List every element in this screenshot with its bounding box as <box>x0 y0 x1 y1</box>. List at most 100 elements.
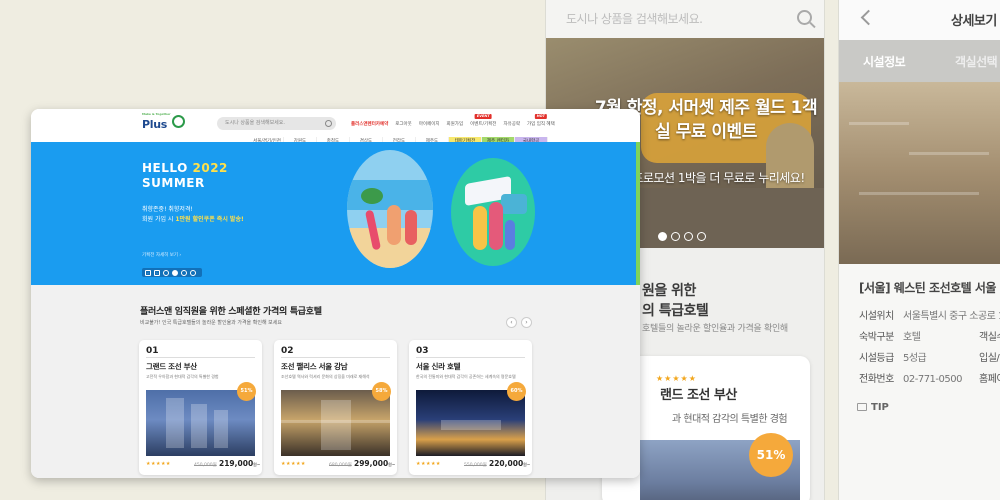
mobile-section-desc: 호텔들의 놀라운 할인율과 가격을 확인해 <box>642 324 788 334</box>
card-hotel-name: 그랜드 조선 부산 <box>146 362 197 371</box>
mobile-search-bar[interactable]: 도시나 상품을 검색해보세요. <box>546 0 824 38</box>
search-input[interactable]: 도시나 상품을 검색해보세요. <box>217 117 336 130</box>
card-desc: 과 현대적 감각의 특별한 경험 <box>672 414 788 425</box>
hero-slider-controls: ‹ › <box>142 268 202 277</box>
original-price: 450,000원 <box>194 463 217 468</box>
pagination-dot[interactable] <box>658 232 667 241</box>
logo-tagline: Make & Together <box>142 112 171 116</box>
search-placeholder: 도시나 상품을 검색해보세요. <box>225 120 285 126</box>
rating-stars: ★★★★★ <box>146 461 171 467</box>
hotel-photo <box>146 390 255 456</box>
hotel-name: [서울] 웨스틴 조선호텔 서울 <box>859 281 996 295</box>
card-hotel-desc: 한국의 전통미와 현대적 감각이 공존하는 세계속의 명문호텔 <box>416 374 516 379</box>
nav-benefit[interactable]: HOT 가입 임직 혜택 <box>527 114 555 127</box>
info-value: 호텔 <box>903 332 921 343</box>
info-row: 숙박구분 호텔 객실수 <box>859 328 1000 349</box>
discount-badge: 60% <box>507 382 526 401</box>
banner-pagination[interactable] <box>658 232 706 241</box>
nav-rentcar-reservation[interactable]: 플러스앤렌터카예약 <box>351 121 388 127</box>
slider-dot[interactable] <box>181 269 187 276</box>
hero-line-1: 취향존중! 취향저격! <box>142 206 193 213</box>
info-key: 시설위치 <box>859 311 894 322</box>
carousel-arrows: ‹ › <box>506 317 532 328</box>
card-hotel-name: 서울 신라 호텔 <box>416 362 461 371</box>
card-hotel-name: 조선 팰리스 서울 강남 <box>281 362 348 371</box>
section-title-line: 의 특급호텔 <box>642 303 709 319</box>
slider-dot[interactable] <box>163 269 169 276</box>
card-title: 랜드 조선 부산 <box>660 388 737 403</box>
card-hotel-desc: 조선호텔 역사와 럭셔리 문화의 상징을 미래로 재해석 <box>281 374 370 379</box>
discount-badge: 51% <box>237 382 256 401</box>
sale-price: 220,000원~ <box>489 459 531 468</box>
hotel-photo <box>281 390 390 456</box>
slider-prev-button[interactable]: ‹ <box>145 269 151 276</box>
sale-price: 299,000원~ <box>354 459 396 468</box>
tab-room-select[interactable]: 객실선택 <box>955 53 998 70</box>
mobile-search-placeholder: 도시나 상품을 검색해보세요. <box>566 12 703 26</box>
info-row: 시설등급 5성급 입실/ <box>859 349 1000 370</box>
tip-heading: TIP <box>857 402 889 413</box>
hotel-info-table: 시설위치서울특별시 중구 소공로 1 숙박구분호텔객실수 시설등급5성급입실/ … <box>859 307 1000 391</box>
pagination-dot[interactable] <box>671 232 680 241</box>
detail-title: 상세보기 <box>951 14 997 29</box>
pagination-dot[interactable] <box>697 232 706 241</box>
slider-dot[interactable] <box>190 269 196 276</box>
info-key: 숙박구분 <box>859 332 894 343</box>
detail-tabs: 시설정보 객실선택 <box>839 40 1000 82</box>
hotel-card[interactable]: 01 그랜드 조선 부산 고전적 우아함과 현대적 감각의 특별한 경험 51%… <box>139 340 262 475</box>
mobile-section-title: 원을 위한 의 특급호텔 <box>642 281 709 321</box>
hotel-photo <box>416 390 525 456</box>
rating-stars: ★★★★★ <box>656 374 697 383</box>
hero-line-2: 회원 가입 시 1만원 할인쿠폰 즉시 발송! <box>142 216 244 223</box>
info-value[interactable]: 02-771-0500 <box>903 374 962 385</box>
carousel-next-button[interactable]: › <box>521 317 532 328</box>
discount-badge: 58% <box>372 382 391 401</box>
mobile-detail-screen: 상세보기 시설정보 객실선택 [서울] 웨스틴 조선호텔 서울 시설위치 서울특별… <box>838 0 1000 500</box>
hero-more-link[interactable]: 기획전 자세히 보기 › <box>142 252 181 258</box>
carousel-prev-button[interactable]: ‹ <box>506 317 517 328</box>
card-hotel-desc: 고전적 우아함과 현대적 감각의 특별한 경험 <box>146 374 219 379</box>
card-number: 02 <box>281 346 294 356</box>
pagination-dot[interactable] <box>684 232 693 241</box>
logo-ring-icon <box>172 115 185 128</box>
info-value: 서울특별시 중구 소공로 1 <box>903 311 1000 322</box>
tip-icon <box>857 403 867 411</box>
card-number: 01 <box>146 346 159 356</box>
hotel-card[interactable]: 03 서울 신라 호텔 한국의 전통미와 현대적 감각이 공존하는 세계속의 명… <box>409 340 532 475</box>
nav-free-guide[interactable]: 자유공략 <box>503 121 520 127</box>
search-icon[interactable] <box>325 120 332 127</box>
nav-logout[interactable]: 로그아웃 <box>395 121 412 127</box>
info-key: 시설등급 <box>859 353 894 364</box>
tip-label: TIP <box>871 402 889 413</box>
back-arrow-icon[interactable] <box>860 9 877 26</box>
info-row: 전화번호 02-771-0500 홈페이 <box>859 370 1000 391</box>
hero-headline: HELLO 2022 SUMMER <box>142 161 228 190</box>
stage: 도시나 상품을 검색해보세요. 7월 한정, 서머셋 제주 월드 1객실 무료 … <box>0 0 1000 500</box>
card-number: 03 <box>416 346 429 356</box>
info-key: 전화번호 <box>859 374 894 385</box>
plus-logo[interactable]: Make & Together Plus <box>142 112 187 134</box>
slider-next-button[interactable]: › <box>154 269 160 276</box>
hero-edge-strip <box>636 142 640 285</box>
nav-signup[interactable]: 회원가입 <box>447 121 464 127</box>
rating-stars: ★★★★★ <box>416 461 441 467</box>
hotel-card[interactable]: 02 조선 팰리스 서울 강남 조선호텔 역사와 럭셔리 문화의 상징을 미래로… <box>274 340 397 475</box>
info-key: 홈페이 <box>979 374 1000 385</box>
search-icon[interactable] <box>797 10 812 25</box>
slider-dot[interactable] <box>172 269 178 276</box>
original-price: 550,000원 <box>464 463 487 468</box>
detail-header: 상세보기 <box>839 0 1000 40</box>
top-nav: 플러스앤렌터카예약 로그아웃 마이페이지 회원가입 EVENT 이벤트/기획전 자… <box>351 114 555 127</box>
hotel-restaurant-photo <box>839 82 1000 264</box>
hot-badge: HOT <box>534 114 548 119</box>
nav-mypage[interactable]: 마이페이지 <box>419 121 440 127</box>
tab-facility-info[interactable]: 시설정보 <box>863 53 906 70</box>
desktop-browser-window: Make & Together Plus 도시나 상품을 검색해보세요. 플러스… <box>31 109 640 478</box>
nav-event[interactable]: EVENT 이벤트/기획전 <box>470 114 496 127</box>
hero-banner[interactable]: HELLO 2022 SUMMER 취향존중! 취향저격! 회원 가입 시 1만… <box>31 142 640 285</box>
rating-stars: ★★★★★ <box>281 461 306 467</box>
info-row: 시설위치 서울특별시 중구 소공로 1 <box>859 307 1000 328</box>
sale-price: 219,000원~ <box>219 459 261 468</box>
section-title-line: 원을 위한 <box>642 283 696 299</box>
section-title: 플러스앤 임직원을 위한 스페셜한 가격의 특급호텔 <box>140 307 322 317</box>
